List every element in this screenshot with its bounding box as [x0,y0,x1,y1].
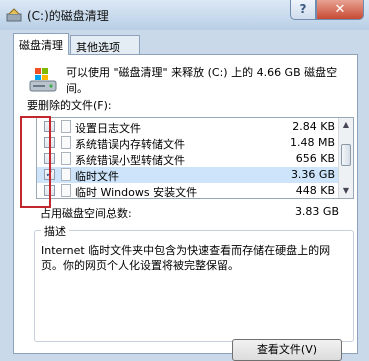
tab-disk-cleanup[interactable]: 磁盘清理 [13,33,69,55]
file-size: 656 KB [295,152,335,165]
total-space-value: 3.83 GB [294,205,339,218]
list-scrollbar[interactable]: ▲ ▼ [338,118,353,198]
intro-text: 可以使用 "磁盘清理" 来释放 (C:) 上的 4.66 GB 磁盘空间。 [66,66,338,95]
tab-more-options[interactable]: 其他选项 [70,35,140,55]
help-button[interactable]: ? [290,0,316,20]
list-item-selected[interactable]: ✓ 临时文件 3.36 GB [37,167,339,183]
view-files-button[interactable]: 查看文件(V) [232,339,342,361]
list-item[interactable]: 系统错误小型转储文件 656 KB [37,151,339,167]
disk-cleanup-icon [6,8,22,22]
file-checkbox[interactable] [44,153,55,164]
file-checkbox[interactable] [44,185,55,196]
file-name: 设置日志文件 [75,122,141,135]
description-text: Internet 临时文件夹中包含为快速查看而存储在硬盘上的网页。你的网页个人化… [41,244,331,272]
list-item[interactable]: 设置日志文件 2.84 KB [37,119,339,135]
file-icon [61,120,71,133]
description-group: 描述 Internet 临时文件夹中包含为快速查看而存储在硬盘上的网页。你的网页… [34,223,354,342]
help-icon: ? [299,2,307,16]
file-icon [61,152,71,165]
close-icon: ✕ [334,2,346,17]
files-list: 设置日志文件 2.84 KB 系统错误内存转储文件 1.48 MB 系统错误小型… [36,117,354,199]
file-size: 3.36 GB [290,168,335,181]
file-icon [61,168,71,181]
list-item[interactable]: 临时 Windows 安装文件 448 KB [37,183,339,199]
close-button[interactable]: ✕ [316,0,364,20]
file-checkbox-checked[interactable]: ✓ [44,169,55,180]
file-icon [61,184,71,197]
window-title: (C:)的磁盘清理 [27,9,109,23]
files-to-delete-label: 要删除的文件(F): [27,99,112,112]
total-space-label: 占用磁盘空间总数: [40,207,132,220]
file-checkbox[interactable] [44,137,55,148]
file-size: 1.48 MB [289,136,335,149]
drive-icon [29,68,57,92]
scroll-up-icon[interactable]: ▲ [339,118,353,132]
file-name: 系统错误小型转储文件 [75,154,185,167]
file-name: 临时 Windows 安装文件 [75,186,198,199]
title-bar: (C:)的磁盘清理 ? ✕ [0,0,369,30]
tab-panel: 可以使用 "磁盘清理" 来释放 (C:) 上的 4.66 GB 磁盘空间。 要删… [13,54,358,361]
file-size: 2.84 KB [292,120,335,133]
list-item[interactable]: 系统错误内存转储文件 1.48 MB [37,135,339,151]
file-size: 448 KB [295,184,335,197]
file-checkbox[interactable] [44,121,55,132]
description-title: 描述 [41,223,69,239]
scroll-thumb[interactable] [341,144,351,166]
file-name: 系统错误内存转储文件 [75,138,185,151]
scroll-down-icon[interactable]: ▼ [339,184,353,198]
file-name: 临时文件 [75,170,119,183]
file-icon [61,136,71,149]
